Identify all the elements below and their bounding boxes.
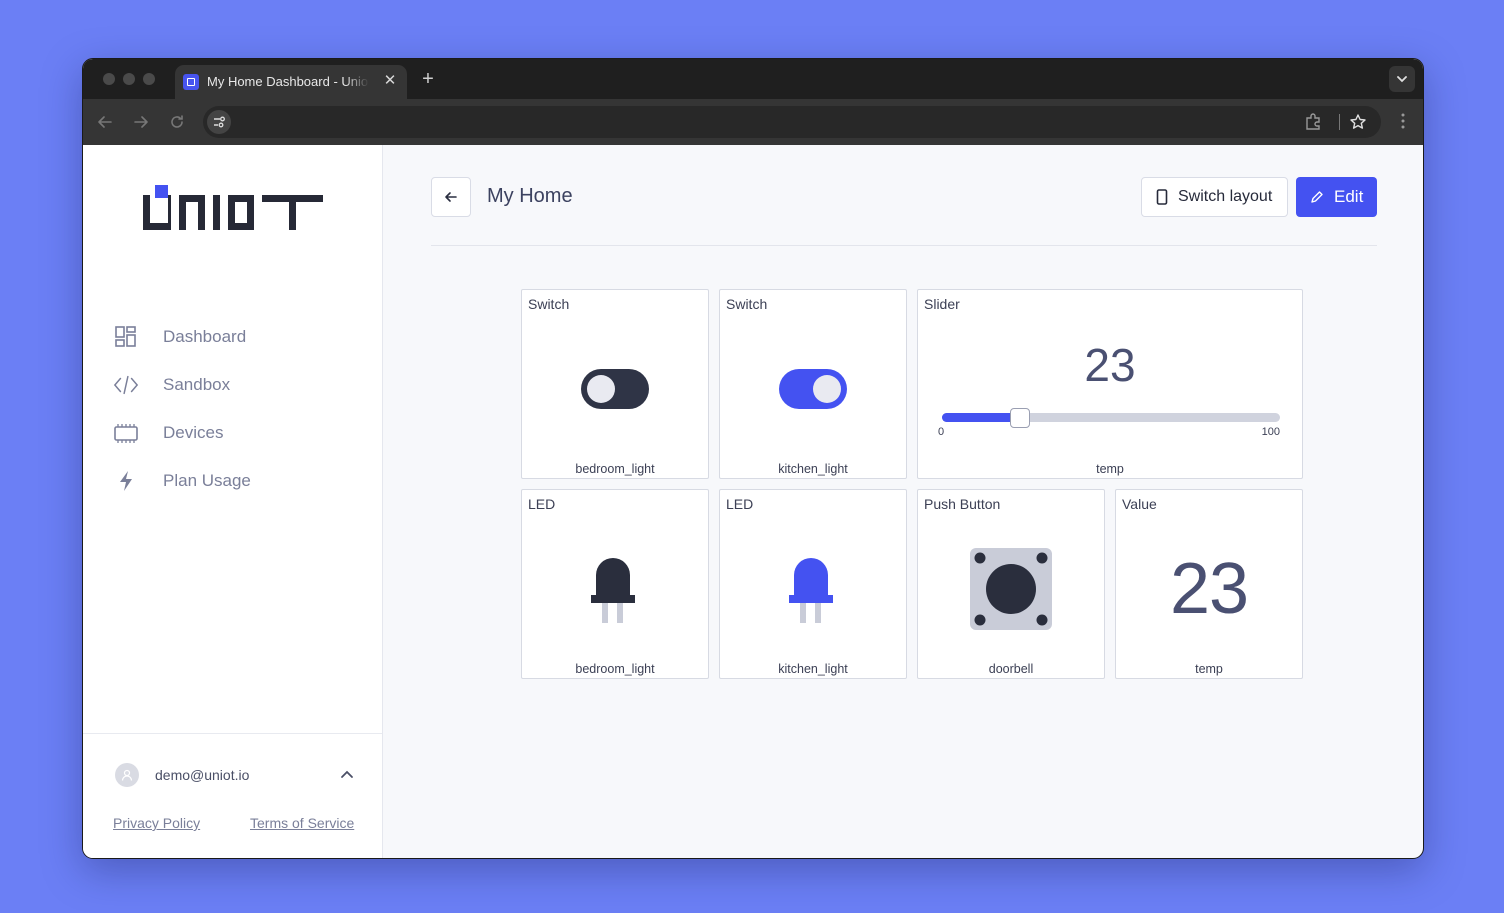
- code-icon: [113, 372, 139, 398]
- switch-layout-label: Switch layout: [1178, 188, 1273, 205]
- extensions-icon[interactable]: [1303, 111, 1323, 131]
- address-bar[interactable]: [203, 106, 1381, 138]
- dashboard-icon: [113, 324, 139, 350]
- sidebar-item-label: Sandbox: [163, 375, 231, 394]
- sidebar: Dashboard Sandbox Devices Plan Usage dem…: [83, 145, 383, 858]
- back-button[interactable]: [431, 177, 471, 217]
- widget-name: doorbell: [988, 662, 1034, 676]
- back-arrow-icon[interactable]: [95, 112, 115, 132]
- main-content: My Home Switch layout Edit Switch bedroo…: [383, 145, 1423, 858]
- sidebar-nav: Dashboard Sandbox Devices Plan Usage: [113, 313, 353, 505]
- widget-name: temp: [1096, 462, 1124, 476]
- widget-name: kitchen_light: [778, 462, 848, 476]
- phone-icon: [1156, 189, 1168, 205]
- chevron-down-icon: [1397, 76, 1407, 83]
- browser-window: My Home Dashboard - Uniot | IoT Platform…: [82, 58, 1424, 859]
- push-button-widget[interactable]: Push Button doorbell: [917, 489, 1105, 679]
- value-display: 23: [1169, 549, 1249, 629]
- header-divider: [431, 245, 1377, 246]
- switch-widget[interactable]: Switch kitchen_light: [719, 289, 907, 479]
- led-off-icon: [591, 558, 635, 623]
- uniot-logo[interactable]: [141, 185, 326, 233]
- tab-search-button[interactable]: [1389, 66, 1415, 92]
- minimize-window-dot[interactable]: [123, 73, 135, 85]
- site-info-button[interactable]: [207, 110, 231, 134]
- slider-widget[interactable]: Slider 23 0 100 temp: [917, 289, 1303, 479]
- user-email: demo@uniot.io: [155, 767, 250, 783]
- slider-thumb[interactable]: [1010, 408, 1030, 428]
- lightning-icon: [113, 468, 139, 494]
- value-widget: Value 23 temp: [1115, 489, 1303, 679]
- edit-label: Edit: [1334, 187, 1364, 206]
- tab-title: My Home Dashboard - Uniot | IoT Platform: [207, 74, 369, 89]
- kebab-menu-icon[interactable]: [1393, 111, 1413, 131]
- switch-widget[interactable]: Switch bedroom_light: [521, 289, 709, 479]
- toggle-knob: [587, 375, 615, 403]
- browser-toolbar: [83, 99, 1423, 145]
- led-on-icon: [789, 558, 833, 623]
- user-icon: [121, 769, 133, 781]
- widget-type: Value: [1122, 496, 1157, 512]
- led-widget: LED kitchen_light: [719, 489, 907, 679]
- widget-name: kitchen_light: [778, 662, 848, 676]
- switch-layout-button[interactable]: Switch layout: [1141, 177, 1288, 217]
- slider-value: 23: [1084, 339, 1136, 391]
- sidebar-item-plan-usage[interactable]: Plan Usage: [113, 457, 353, 505]
- sidebar-item-label: Dashboard: [163, 327, 247, 346]
- star-icon[interactable]: [1349, 113, 1367, 131]
- maximize-window-dot[interactable]: [143, 73, 155, 85]
- app-root: Dashboard Sandbox Devices Plan Usage dem…: [83, 145, 1423, 858]
- reload-icon[interactable]: [167, 112, 187, 132]
- toolbar-separator: [1339, 114, 1340, 130]
- user-menu[interactable]: demo@uniot.io: [115, 763, 249, 787]
- page-title: My Home: [487, 185, 573, 207]
- tab-strip: My Home Dashboard - Uniot | IoT Platform…: [83, 59, 1423, 99]
- tab-close-icon[interactable]: ✕: [381, 72, 399, 90]
- sidebar-divider: [83, 733, 382, 734]
- widget-type: Switch: [528, 296, 570, 312]
- sidebar-item-dashboard[interactable]: Dashboard: [113, 313, 353, 361]
- sidebar-item-sandbox[interactable]: Sandbox: [113, 361, 353, 409]
- push-button-icon[interactable]: [969, 547, 1053, 631]
- new-tab-button[interactable]: +: [417, 68, 439, 90]
- sidebar-item-label: Devices: [163, 423, 224, 442]
- toggle-switch-on[interactable]: [779, 369, 847, 409]
- tune-icon: [214, 116, 225, 128]
- terms-of-service-link[interactable]: Terms of Service: [250, 815, 354, 831]
- slider-min: 0: [938, 426, 945, 438]
- pencil-icon: [1311, 191, 1323, 203]
- widget-type: LED: [528, 496, 556, 512]
- widget-name: bedroom_light: [575, 662, 655, 676]
- sidebar-item-devices[interactable]: Devices: [113, 409, 353, 457]
- widget-name: temp: [1195, 662, 1223, 676]
- toggle-knob: [813, 375, 841, 403]
- browser-tab[interactable]: My Home Dashboard - Uniot | IoT Platform…: [175, 65, 407, 99]
- slider-track[interactable]: [942, 408, 1280, 428]
- chevron-up-icon[interactable]: [337, 765, 357, 785]
- edit-button[interactable]: Edit: [1296, 177, 1377, 217]
- close-window-dot[interactable]: [103, 73, 115, 85]
- widget-type: Switch: [726, 296, 768, 312]
- avatar: [115, 763, 139, 787]
- widget-type: Slider: [924, 296, 960, 312]
- widget-name: bedroom_light: [575, 462, 655, 476]
- toggle-switch-off[interactable]: [581, 369, 649, 409]
- favicon-icon: [183, 74, 199, 90]
- widget-type: LED: [726, 496, 754, 512]
- widget-type: Push Button: [924, 496, 1001, 512]
- led-widget: LED bedroom_light: [521, 489, 709, 679]
- privacy-policy-link[interactable]: Privacy Policy: [113, 815, 200, 831]
- slider-max: 100: [1261, 426, 1280, 438]
- slider-fill: [942, 413, 1020, 422]
- sidebar-item-label: Plan Usage: [163, 471, 251, 490]
- forward-arrow-icon[interactable]: [131, 112, 151, 132]
- device-icon: [113, 420, 139, 446]
- arrow-left-icon: [445, 192, 457, 202]
